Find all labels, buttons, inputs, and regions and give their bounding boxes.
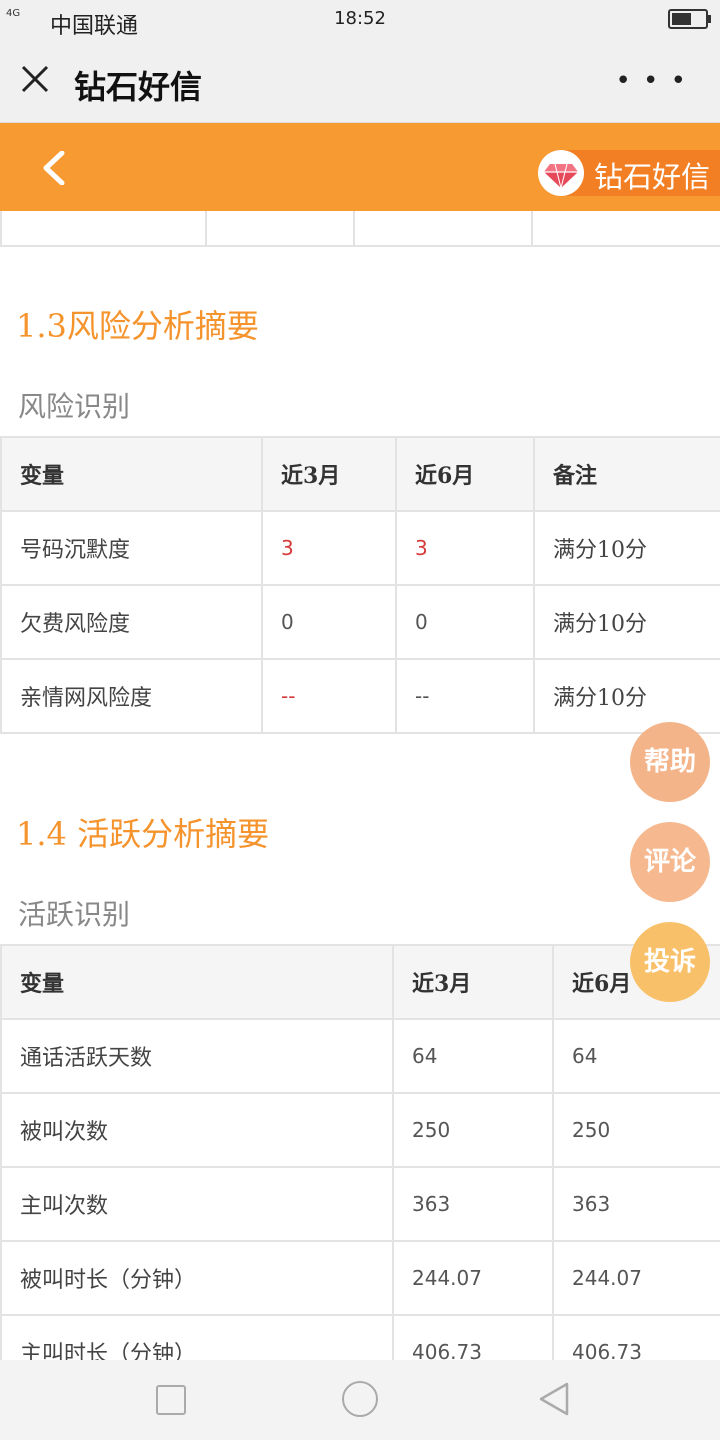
variable-name: 亲情网风险度	[0, 658, 263, 734]
brand-name: 钻石好信	[594, 160, 711, 194]
value-6m: 363	[552, 1166, 720, 1242]
note: 满分10分	[533, 658, 720, 734]
value-3m: 64	[392, 1018, 554, 1094]
brand-badge: 钻石好信	[538, 150, 720, 196]
report-content[interactable]: 1.3风险分析摘要 风险识别 变量 近3月 近6月 备注 号码沉默度 3 3 满…	[0, 211, 720, 1360]
recent-apps-icon[interactable]	[156, 1385, 186, 1415]
section-subtitle-risk: 风险识别	[18, 390, 131, 423]
variable-name: 被叫次数	[0, 1092, 394, 1168]
page-title: 钻石好信	[74, 68, 203, 106]
column-header: 近3月	[261, 436, 397, 512]
value-6m: 0	[395, 584, 535, 660]
table-header-row: 变量 近3月 近6月	[0, 944, 720, 1020]
column-header: 变量	[0, 436, 263, 512]
risk-table: 变量 近3月 近6月 备注 号码沉默度 3 3 满分10分 欠费风险度 0 0 …	[0, 436, 720, 734]
battery-icon	[668, 9, 711, 29]
variable-name: 通话活跃天数	[0, 1018, 394, 1094]
column-header: 近3月	[392, 944, 554, 1020]
note: 满分10分	[533, 584, 720, 660]
column-header: 近6月	[395, 436, 535, 512]
note: 满分10分	[533, 510, 720, 586]
table-row: 被叫时长（分钟） 244.07 244.07	[0, 1240, 720, 1316]
variable-name: 主叫时长（分钟）	[0, 1314, 394, 1360]
value-6m: --	[395, 658, 535, 734]
value-6m: 3	[395, 510, 535, 586]
table-row: 欠费风险度 0 0 满分10分	[0, 584, 720, 660]
help-button[interactable]: 帮助	[630, 722, 710, 802]
comment-button[interactable]: 评论	[630, 822, 710, 902]
table-row: 通话活跃天数 64 64	[0, 1018, 720, 1094]
table-row: 主叫时长（分钟） 406.73 406.73	[0, 1314, 720, 1360]
home-icon[interactable]	[342, 1381, 378, 1417]
complain-button[interactable]: 投诉	[630, 922, 710, 1002]
battery-level	[672, 13, 692, 25]
table-row: 亲情网风险度 -- -- 满分10分	[0, 658, 720, 734]
value-3m: 250	[392, 1092, 554, 1168]
variable-name: 欠费风险度	[0, 584, 263, 660]
variable-name: 号码沉默度	[0, 510, 263, 586]
variable-name: 被叫时长（分钟）	[0, 1240, 394, 1316]
diamond-logo-icon	[538, 150, 584, 196]
status-bar: 4G 中国联通 18:52	[0, 0, 720, 40]
table-row: 号码沉默度 3 3 满分10分	[0, 510, 720, 586]
previous-table-fragment	[0, 211, 720, 247]
activity-table: 变量 近3月 近6月 通话活跃天数 64 64 被叫次数 250 250 主叫次…	[0, 944, 720, 1360]
section-subtitle-activity: 活跃识别	[18, 898, 131, 931]
section-title-activity: 1.4 活跃分析摘要	[16, 815, 270, 853]
value-3m: 406.73	[392, 1314, 554, 1360]
table-header-row: 变量 近3月 近6月 备注	[0, 436, 720, 512]
value-6m: 244.07	[552, 1240, 720, 1316]
value-3m: 363	[392, 1166, 554, 1242]
column-header: 备注	[533, 436, 720, 512]
table-row: 主叫次数 363 363	[0, 1166, 720, 1242]
section-title-risk: 1.3风险分析摘要	[16, 307, 259, 345]
close-icon[interactable]	[20, 64, 50, 94]
value-3m: 3	[261, 510, 397, 586]
column-header: 变量	[0, 944, 394, 1020]
value-6m: 250	[552, 1092, 720, 1168]
value-3m: 0	[261, 584, 397, 660]
title-bar: 钻石好信 • • •	[0, 40, 720, 123]
value-3m: 244.07	[392, 1240, 554, 1316]
table-row: 被叫次数 250 250	[0, 1092, 720, 1168]
back-arrow-icon[interactable]	[36, 151, 70, 185]
value-3m: --	[261, 658, 397, 734]
variable-name: 主叫次数	[0, 1166, 394, 1242]
clock: 18:52	[334, 8, 386, 29]
value-6m: 406.73	[552, 1314, 720, 1360]
back-triangle-icon[interactable]	[537, 1382, 571, 1416]
system-nav-bar	[0, 1360, 720, 1440]
app-header: 钻石好信	[0, 123, 720, 211]
more-options-icon[interactable]: • • •	[615, 68, 688, 94]
value-6m: 64	[552, 1018, 720, 1094]
